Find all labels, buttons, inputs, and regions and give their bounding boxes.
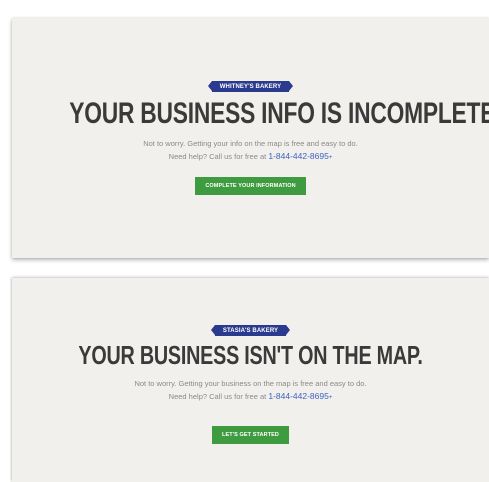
business-name-label: WHITNEY'S BAKERY <box>207 81 294 92</box>
business-name-ribbon: STASIA'S BAKERY <box>210 319 291 337</box>
phone-suffix: + <box>328 395 333 401</box>
cta-row: LET'S GET STARTED <box>12 423 489 444</box>
ribbon-row: STASIA'S BAKERY <box>12 319 489 337</box>
description: Not to worry. Getting your business on t… <box>12 378 489 404</box>
description-line-1: Not to worry. Getting your info on the m… <box>143 139 358 148</box>
phone-link[interactable]: 1-844-442-8695+ <box>268 391 332 401</box>
help-text: Need help? Call us for free at <box>168 392 269 401</box>
get-started-button[interactable]: LET'S GET STARTED <box>212 426 289 444</box>
description-line-1: Not to worry. Getting your business on t… <box>134 379 367 388</box>
incomplete-info-card: WHITNEY'S BAKERY YOUR BUSINESS INFO IS I… <box>12 18 489 258</box>
description-line-2: Need help? Call us for free at 1-844-442… <box>12 150 489 164</box>
phone-number[interactable]: 1-844-442-8695 <box>268 151 329 161</box>
phone-suffix: + <box>328 155 333 161</box>
page-title: YOUR BUSINESS ISN'T ON THE MAP. <box>78 340 423 370</box>
ribbon-row: WHITNEY'S BAKERY <box>12 75 489 93</box>
headline-row: YOUR BUSINESS INFO IS INCOMPLETE. <box>12 98 489 130</box>
cta-row: COMPLETE YOUR INFORMATION <box>12 174 489 195</box>
business-name-ribbon: WHITNEY'S BAKERY <box>207 75 294 93</box>
page-title: YOUR BUSINESS INFO IS INCOMPLETE. <box>69 97 489 130</box>
description: Not to worry. Getting your info on the m… <box>12 138 489 164</box>
help-text: Need help? Call us for free at <box>168 152 269 161</box>
business-name-label: STASIA'S BAKERY <box>210 325 291 336</box>
phone-link[interactable]: 1-844-442-8695+ <box>268 151 332 161</box>
description-line-2: Need help? Call us for free at 1-844-442… <box>12 390 489 404</box>
headline-row: YOUR BUSINESS ISN'T ON THE MAP. <box>12 341 489 369</box>
not-on-map-card: STASIA'S BAKERY YOUR BUSINESS ISN'T ON T… <box>12 278 489 482</box>
phone-number[interactable]: 1-844-442-8695 <box>268 391 329 401</box>
complete-information-button[interactable]: COMPLETE YOUR INFORMATION <box>195 177 306 195</box>
